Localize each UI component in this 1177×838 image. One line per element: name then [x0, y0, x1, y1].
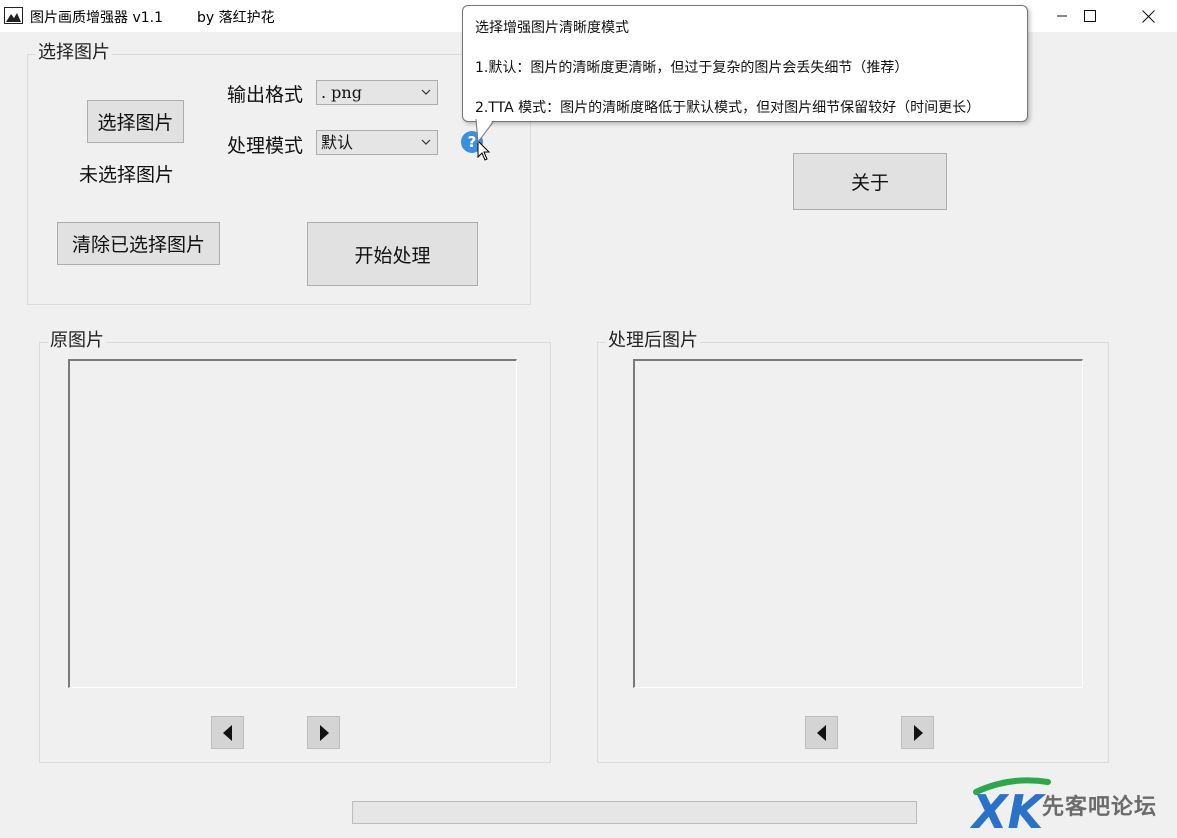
clear-selection-button[interactable]: 清除已选择图片 [57, 222, 220, 265]
close-icon [1141, 9, 1155, 23]
arrow-left-icon [222, 724, 232, 741]
close-button[interactable] [1125, 0, 1171, 32]
arrow-left-icon [816, 724, 826, 741]
tooltip-line-tta: 2.TTA 模式：图片的清晰度略低于默认模式，但对图片细节保留较好（时间更长） [475, 100, 981, 116]
tooltip-line-default: 1.默认：图片的清晰度更清晰，但过于复杂的图片会丢失细节（推荐） [475, 60, 909, 76]
about-button[interactable]: 关于 [793, 153, 947, 210]
tooltip-title: 选择增强图片清晰度模式 [475, 20, 629, 36]
chevron-down-icon [421, 89, 431, 95]
window-title: 图片画质增强器 v1.1 [30, 10, 163, 26]
processed-image-preview [633, 359, 1083, 688]
progress-bar [352, 801, 917, 824]
selection-status: 未选择图片 [79, 164, 175, 186]
watermark-text: 先客吧论坛 [1042, 794, 1158, 820]
arrow-right-icon [913, 724, 923, 741]
processed-image-group-title: 处理后图片 [606, 330, 700, 351]
maximize-icon [1084, 10, 1096, 22]
chevron-down-icon [421, 139, 431, 145]
original-prev-button[interactable] [211, 716, 244, 749]
original-image-preview [68, 359, 517, 688]
processed-prev-button[interactable] [805, 716, 838, 749]
svg-text:XK: XK [970, 785, 1046, 834]
process-mode-label: 处理模式 [227, 135, 304, 157]
output-format-label: 输出格式 [227, 84, 304, 106]
output-format-select[interactable]: . png [316, 80, 438, 105]
process-mode-select[interactable]: 默认 [316, 130, 438, 155]
maximize-button[interactable] [1067, 0, 1113, 32]
output-format-value: . png [321, 83, 362, 102]
select-image-button[interactable]: 选择图片 [87, 100, 184, 143]
tooltip-pointer [475, 118, 495, 144]
arrow-right-icon [319, 724, 329, 741]
mode-help-tooltip: 选择增强图片清晰度模式 1.默认：图片的清晰度更清晰，但过于复杂的图片会丢失细节… [462, 5, 1028, 122]
original-image-group-title: 原图片 [48, 330, 106, 351]
original-next-button[interactable] [307, 716, 340, 749]
processed-next-button[interactable] [901, 716, 934, 749]
start-processing-button[interactable]: 开始处理 [307, 222, 478, 286]
select-image-group-title: 选择图片 [36, 42, 112, 63]
window-author: by 落红护花 [197, 10, 275, 26]
process-mode-value: 默认 [321, 133, 354, 152]
picture-icon [4, 7, 23, 24]
